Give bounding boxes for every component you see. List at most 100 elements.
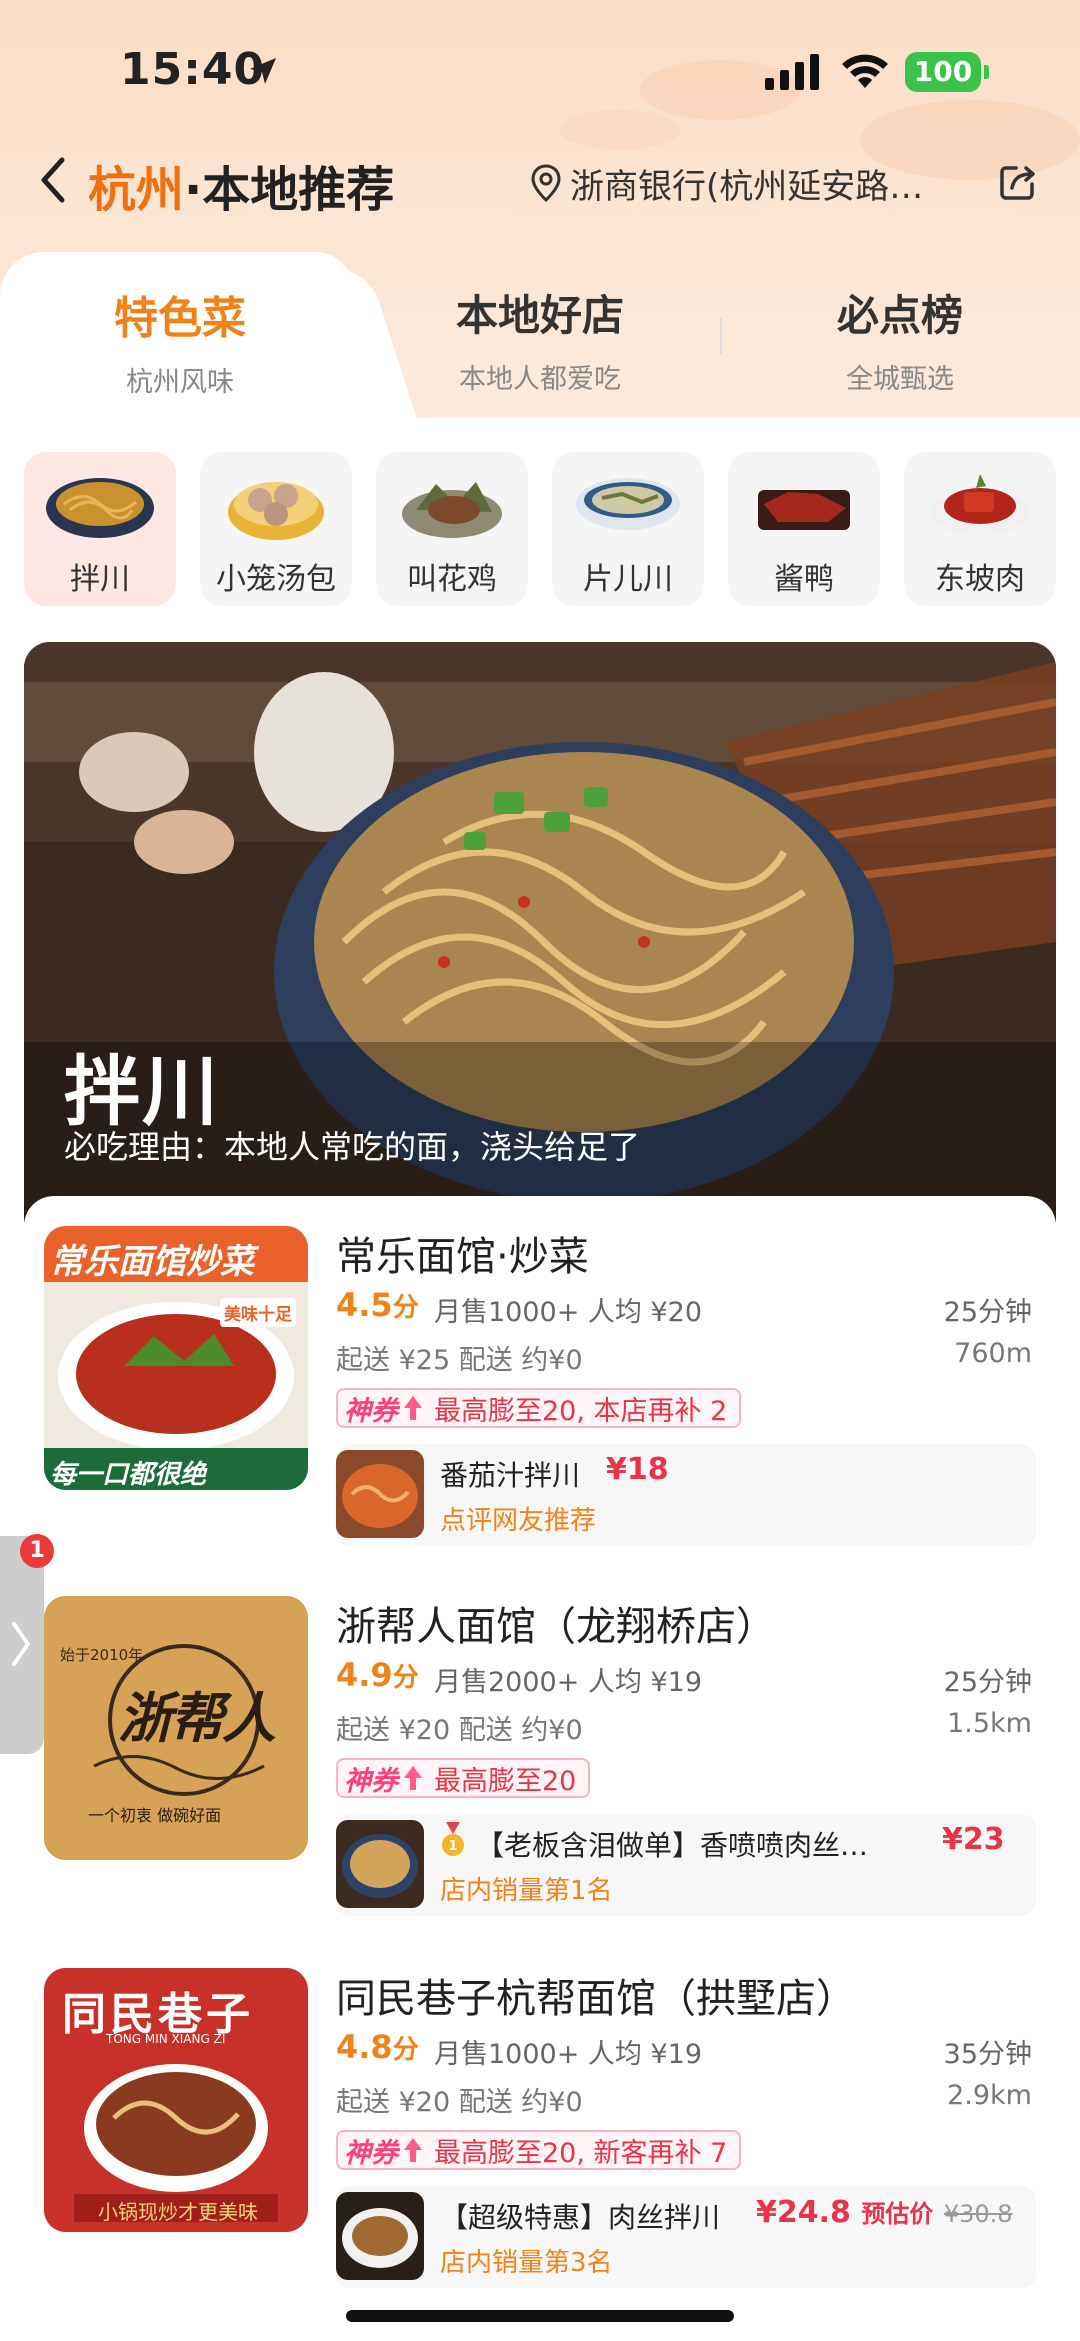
shop-rating: 4.8分: [336, 2028, 419, 2066]
soup-noodle-icon: [576, 478, 680, 530]
side-expand-tab[interactable]: [0, 1536, 44, 1754]
tab-label: 本地好店: [455, 291, 624, 340]
location-selector[interactable]: 浙商银行(杭州延安路…: [528, 158, 948, 208]
shop-rating: 4.5分: [336, 1286, 419, 1324]
thumb-footer: 每一口都很绝: [50, 1460, 207, 1490]
dish-thumbnail: [336, 1450, 424, 1538]
recommended-dish[interactable]: 1 【老板含泪做单】香喷喷肉丝… ¥23 店内销量第1名: [336, 1814, 1036, 1916]
thumb-pinyin: TONG MIN XIANG ZI: [106, 2032, 226, 2046]
shop-rating: 4.9分: [336, 1656, 419, 1694]
shop-thumbnail: 始于2010年 浙帮人 一个初衷 做碗好面: [44, 1596, 308, 1860]
page-title: 杭州·本地推荐: [88, 150, 394, 220]
dish-name: 【老板含泪做单】香喷喷肉丝…: [476, 1829, 869, 1862]
shop-card[interactable]: 常乐面馆炒菜 美味十足 每一口都很绝 常乐面馆·炒菜 4.5分 月售1000+ …: [24, 1196, 1056, 1566]
hero-subtitle: 必吃理由：本地人常吃的面，浇头给足了: [64, 1128, 641, 1166]
wifi-icon: [842, 54, 888, 88]
distance: 2.9km: [947, 2080, 1032, 2111]
noodle-dish-icon: [46, 478, 154, 538]
delivery-time: 25分钟: [943, 1297, 1032, 1328]
coupon-badge[interactable]: 神券 最高膨至20, 新客再补 7: [336, 2130, 742, 2170]
location-arrow-icon: [250, 58, 276, 84]
shop-list: 常乐面馆炒菜 美味十足 每一口都很绝 常乐面馆·炒菜 4.5分 月售1000+ …: [24, 1196, 1056, 2341]
battery-icon: 100: [905, 52, 989, 92]
chicken-dish-icon: [402, 482, 502, 538]
title-text: ·本地推荐: [184, 162, 395, 218]
thumb-footer: 小锅现炒才更美味: [98, 2200, 258, 2224]
category-beggars-chicken[interactable]: 叫花鸡: [376, 452, 528, 606]
signal-icon: [765, 54, 819, 90]
arrow-up-icon: [404, 1396, 422, 1420]
coupon-badge[interactable]: 神券 最高膨至20, 本店再补 2: [336, 1388, 742, 1428]
duck-dish-icon: [758, 490, 850, 530]
city-name[interactable]: 杭州: [88, 162, 184, 218]
category-label: 小笼汤包: [216, 562, 336, 597]
coupon-badge[interactable]: 神券 最高膨至20: [336, 1758, 591, 1798]
dish-price-group: ¥24.8 预估价 ¥30.8: [756, 2194, 1013, 2230]
coupon-tag: 神券: [344, 1765, 398, 1797]
shop-card[interactable]: 始于2010年 浙帮人 一个初衷 做碗好面 浙帮人面馆（龙翔桥店） 4.9分 月…: [24, 1566, 1056, 1936]
dish-price: ¥18: [606, 1452, 669, 1487]
arrow-up-icon: [404, 1766, 422, 1790]
delivery-fee: 起送 ¥20 配送 约¥0: [336, 1715, 583, 1746]
recommended-dish[interactable]: 【超级特惠】肉丝拌川 ¥24.8 预估价 ¥30.8 店内销量第3名: [336, 2186, 1036, 2288]
category-banchuan[interactable]: 拌川: [24, 452, 176, 606]
shop-sales: 月售2000+ 人均 ¥19: [434, 1667, 703, 1698]
delivery-fee: 起送 ¥20 配送 约¥0: [336, 2087, 583, 2118]
share-icon[interactable]: [996, 160, 1040, 204]
location-text: 浙商银行(杭州延安路…: [570, 166, 924, 207]
category-label: 酱鸭: [774, 562, 834, 597]
app-root: 15:40 100 杭州·本地推荐 浙商银行(杭州延安路… 特色菜 杭州风味 本…: [0, 0, 1080, 2341]
tab-local-shops[interactable]: 本地好店 本地人都爱吃: [440, 282, 640, 396]
category-dongpo-pork[interactable]: 东坡肉: [904, 452, 1056, 606]
category-label: 拌川: [70, 562, 130, 597]
category-xiaolongbao[interactable]: 小笼汤包: [200, 452, 352, 606]
steamer-icon: [228, 482, 324, 540]
category-label: 东坡肉: [935, 562, 1025, 597]
dish-price: ¥24.8: [756, 2195, 851, 2230]
delivery-fee: 起送 ¥25 配送 约¥0: [336, 1345, 583, 1376]
distance: 760m: [954, 1338, 1032, 1369]
shop-card[interactable]: 同民巷子 TONG MIN XIANG ZI 小锅现炒才更美味 同民巷子杭帮面馆…: [24, 1938, 1056, 2308]
thumb-headline: 常乐面馆炒菜: [50, 1242, 254, 1282]
dish-tag: 店内销量第1名: [440, 1876, 613, 1906]
notification-badge: 1: [20, 1534, 54, 1568]
rating-unit: 分: [392, 1293, 419, 1323]
category-label: 片儿川: [583, 562, 673, 597]
tab-must-order[interactable]: 必点榜 全城甄选: [800, 282, 1000, 396]
location-pin-icon: [531, 164, 561, 203]
shop-sales: 月售1000+ 人均 ¥20: [434, 1297, 703, 1328]
dish-tag: 点评网友推荐: [440, 1506, 597, 1536]
tab-specialty[interactable]: 特色菜 杭州风味: [80, 282, 280, 399]
shop-name: 同民巷子杭帮面馆（拱墅店）: [336, 1976, 856, 2022]
back-icon[interactable]: [34, 152, 74, 208]
shop-thumbnail: 同民巷子 TONG MIN XIANG ZI 小锅现炒才更美味: [44, 1968, 308, 2232]
thumb-badge: 美味十足: [220, 1298, 296, 1327]
recommended-dish[interactable]: 番茄汁拌川 ¥18 点评网友推荐: [336, 1444, 1036, 1546]
category-row: 拌川 小笼汤包 叫花鸡 片儿川 酱鸭 东坡肉: [24, 452, 1080, 608]
rating-unit: 分: [392, 2035, 419, 2065]
coupon-tag: 神券: [344, 2137, 398, 2169]
pork-dish-icon: [930, 474, 1030, 536]
chevron-right-icon: [12, 1622, 30, 1666]
shop-name: 浙帮人面馆（龙翔桥店）: [336, 1604, 776, 1650]
dish-name: 番茄汁拌川: [440, 1459, 581, 1492]
gold-medal-icon: 1: [442, 1822, 464, 1856]
rating-value: 4.9: [336, 1656, 393, 1694]
status-time: 15:40: [120, 44, 266, 95]
home-indicator[interactable]: [346, 2310, 734, 2322]
arrow-up-icon: [404, 2138, 422, 2162]
estimated-label: 预估价: [861, 2200, 934, 2228]
category-sauce-duck[interactable]: 酱鸭: [728, 452, 880, 606]
distance: 1.5km: [947, 1708, 1032, 1739]
rating-value: 4.5: [336, 1286, 393, 1324]
delivery-time: 35分钟: [943, 2039, 1032, 2070]
tab-sublabel: 全城甄选: [846, 364, 954, 395]
tab-divider: [720, 318, 722, 354]
category-pianerchuan[interactable]: 片儿川: [552, 452, 704, 606]
tab-label: 必点榜: [836, 291, 963, 340]
hero-banner[interactable]: 拌川 必吃理由：本地人常吃的面，浇头给足了: [24, 642, 1056, 1222]
coupon-text: 最高膨至20: [434, 1765, 577, 1797]
dish-thumbnail: [336, 2192, 424, 2280]
dish-price: ¥23: [942, 1822, 1005, 1857]
dish-tag: 店内销量第3名: [440, 2248, 613, 2278]
